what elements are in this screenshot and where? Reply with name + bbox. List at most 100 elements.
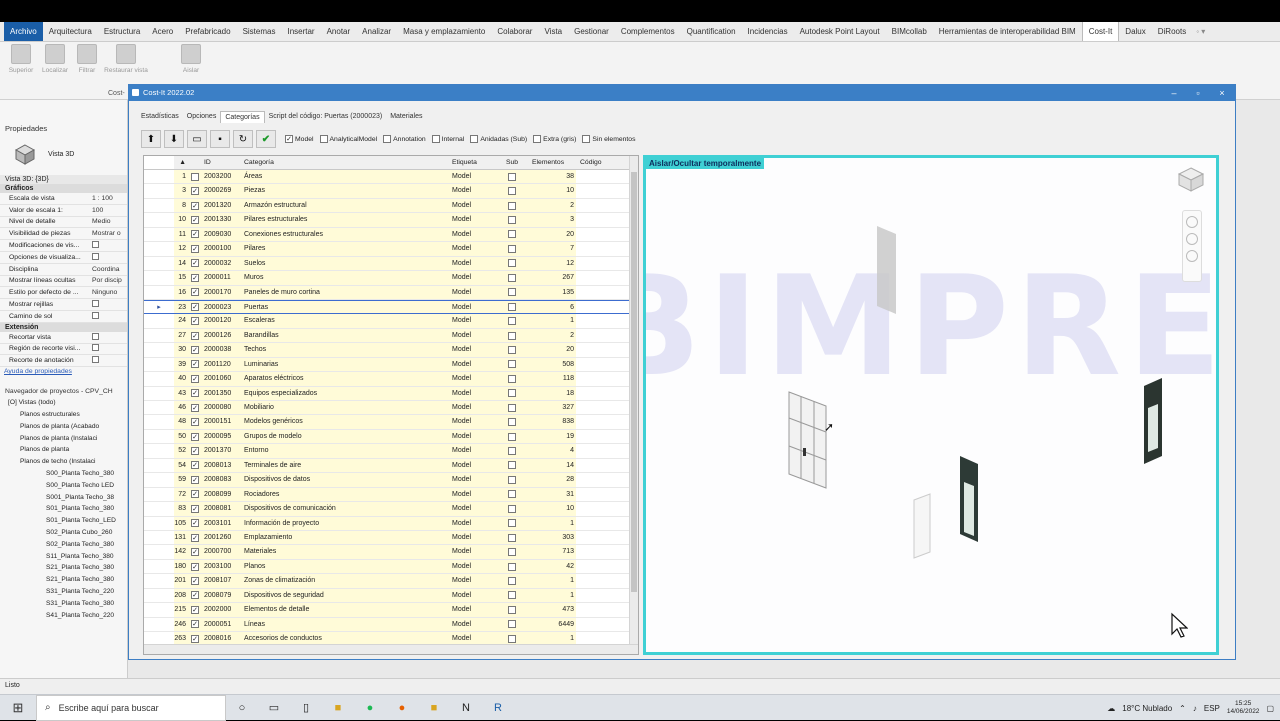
filter-annotation[interactable]: Annotation	[383, 135, 426, 143]
row-checkbox[interactable]: ✓	[191, 216, 199, 225]
row-checkbox[interactable]: ✓	[191, 360, 199, 369]
filter-internal[interactable]: Internal	[431, 135, 464, 143]
sub-checkbox[interactable]	[508, 273, 516, 282]
row-sub-cell[interactable]	[496, 617, 528, 631]
row-sub-cell[interactable]	[496, 603, 528, 617]
row-check-cell[interactable]: ✓	[188, 588, 202, 603]
ribbon-tab-acero[interactable]: Acero	[146, 22, 179, 41]
row-sub-cell[interactable]	[496, 473, 528, 487]
pan-icon[interactable]	[1186, 250, 1198, 262]
row-sub-cell[interactable]	[496, 184, 528, 198]
ribbon-tab-autodesk-point-layout[interactable]: Autodesk Point Layout	[794, 22, 886, 41]
table-row[interactable]: ▸ 23 ✓ 2000023 Puertas Model 6	[144, 299, 638, 315]
row-check-cell[interactable]: ✓	[188, 256, 202, 271]
row-check-cell[interactable]: ✓	[188, 227, 202, 242]
row-checkbox[interactable]: ✓	[191, 331, 199, 340]
grid-vertical-scrollbar[interactable]	[629, 156, 638, 654]
row-codigo[interactable]	[576, 603, 626, 617]
tree-item[interactable]: S00_Planta Techo LED	[6, 480, 127, 492]
row-checkbox[interactable]: ✓	[191, 605, 199, 614]
sub-checkbox[interactable]	[508, 389, 516, 398]
row-checkbox[interactable]: ✓	[191, 187, 199, 196]
row-check-cell[interactable]: ✓	[188, 314, 202, 328]
header-categoria[interactable]: Categoría	[242, 156, 450, 169]
row-checkbox[interactable]: ✓	[191, 548, 199, 557]
table-row[interactable]: 46 ✓ 2000080 Mobiliario Model 327	[144, 401, 638, 416]
sub-checkbox[interactable]	[508, 475, 516, 484]
table-row[interactable]: 52 ✓ 2001370 Entorno Model 4	[144, 444, 638, 459]
sub-checkbox[interactable]	[508, 605, 516, 614]
sub-checkbox[interactable]	[508, 620, 516, 629]
revit-icon[interactable]: R	[482, 695, 514, 721]
filter-analyticalmodel[interactable]: AnalyticalModel	[319, 135, 377, 143]
door-object-4[interactable]	[910, 492, 934, 562]
folder-icon[interactable]: ■	[322, 695, 354, 721]
row-sub-cell[interactable]	[496, 401, 528, 415]
row-sub-cell[interactable]	[496, 415, 528, 429]
instance-selector[interactable]: Vista 3D: {3D}	[0, 175, 127, 184]
row-codigo[interactable]	[576, 357, 626, 372]
property-value[interactable]	[92, 252, 127, 262]
row-checkbox[interactable]: ✓	[191, 303, 199, 312]
row-sub-cell[interactable]	[496, 545, 528, 559]
row-codigo[interactable]	[576, 574, 626, 588]
filter-extra-gris-[interactable]: Extra (gris)	[533, 135, 576, 143]
dialog-tab-2[interactable]: Categorías	[220, 111, 265, 123]
tree-item[interactable]: S01_Planta Techo_380	[6, 503, 127, 515]
tree-item[interactable]: S02_Planta Techo_380	[6, 539, 127, 551]
taskbar-search[interactable]: ⌕ Escribe aquí para buscar	[36, 694, 226, 721]
zoom-icon[interactable]	[1186, 233, 1198, 245]
row-checkbox[interactable]: ✓	[191, 447, 199, 456]
notifications-icon[interactable]: ▢	[1266, 704, 1274, 713]
row-sub-cell[interactable]	[496, 444, 528, 458]
ribbon-tab-quantification[interactable]: Quantification	[681, 22, 742, 41]
dialog-tab-3[interactable]: Script del código: Puertas (2000023)	[265, 111, 387, 123]
row-check-cell[interactable]: ✓	[188, 372, 202, 386]
property-checkbox[interactable]	[92, 356, 99, 364]
row-sub-cell[interactable]	[496, 300, 528, 314]
row-checkbox[interactable]: ✓	[191, 634, 199, 643]
move-down-button[interactable]: ⬇	[164, 130, 184, 148]
sub-checkbox[interactable]	[508, 172, 516, 181]
filter-checkbox[interactable]: ✓	[285, 135, 293, 143]
row-sub-cell[interactable]	[496, 227, 528, 242]
ribbon-button-filtrar[interactable]: Filtrar	[72, 44, 102, 74]
filter-sin-elementos[interactable]: Sin elementos	[582, 135, 635, 143]
tree-item[interactable]: Planos de techo (Instalaci	[6, 456, 127, 468]
row-codigo[interactable]	[576, 516, 626, 530]
firefox-icon[interactable]: ●	[386, 695, 418, 721]
row-codigo[interactable]	[576, 256, 626, 271]
table-row[interactable]: 72 ✓ 2008099 Rociadores Model 31	[144, 487, 638, 503]
sub-checkbox[interactable]	[508, 345, 516, 354]
row-checkbox[interactable]: ✓	[191, 562, 199, 571]
door-object-5[interactable]	[1140, 376, 1166, 468]
ribbon-tab-herramientas-de-interoperabilidad-bim[interactable]: Herramientas de interoperabilidad BIM	[933, 22, 1082, 41]
row-codigo[interactable]	[576, 415, 626, 429]
door-object-3[interactable]	[956, 454, 982, 546]
property-value[interactable]	[92, 300, 127, 309]
tray-up-icon[interactable]: ⌃	[1179, 704, 1186, 713]
row-codigo[interactable]	[576, 545, 626, 559]
grid-horizontal-scrollbar[interactable]	[144, 644, 638, 654]
row-check-cell[interactable]: ✓	[188, 574, 202, 588]
tree-item[interactable]: S41_Planta Techo_220	[6, 610, 127, 622]
sub-checkbox[interactable]	[508, 244, 516, 253]
door-object-2[interactable]	[786, 390, 830, 490]
open-folder-button[interactable]: ▭	[187, 130, 207, 148]
row-codigo[interactable]	[576, 314, 626, 328]
save-button[interactable]: ▪	[210, 130, 230, 148]
sub-checkbox[interactable]	[508, 562, 516, 571]
row-checkbox[interactable]: ✓	[191, 244, 199, 253]
row-codigo[interactable]	[576, 386, 626, 400]
row-checkbox[interactable]: ✓	[191, 273, 199, 282]
row-codigo[interactable]	[576, 213, 626, 227]
header-sub[interactable]: Sub	[496, 156, 528, 169]
row-check-cell[interactable]: ✓	[188, 617, 202, 631]
close-icon[interactable]: ×	[1211, 85, 1233, 101]
row-check-cell[interactable]: ✓	[188, 386, 202, 400]
type-selector[interactable]: Vista 3D	[0, 135, 127, 173]
ribbon-tab-dalux[interactable]: Dalux	[1119, 22, 1151, 41]
row-codigo[interactable]	[576, 170, 626, 184]
ribbon-tab-incidencias[interactable]: Incidencias	[742, 22, 794, 41]
property-value[interactable]	[92, 241, 127, 250]
